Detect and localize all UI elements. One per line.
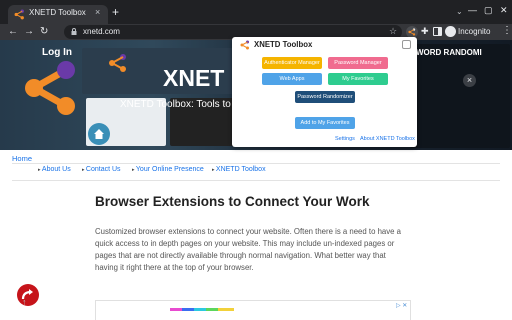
browser-menu-icon[interactable]: ⋮: [502, 25, 512, 36]
hero-title: XNET: [163, 65, 225, 91]
lock-icon: [71, 28, 77, 35]
article-heading: Browser Extensions to Connect Your Work: [95, 194, 370, 209]
incognito-label[interactable]: Incognito: [458, 27, 490, 36]
up-arrow-icon[interactable]: ↑: [22, 297, 27, 307]
hero-close-icon[interactable]: ×: [463, 74, 476, 87]
ad-strip-cyan: [194, 308, 206, 311]
my-favorites-button[interactable]: My Favorites: [328, 73, 388, 85]
home-icon[interactable]: [88, 123, 110, 145]
popup-logo-icon: [240, 40, 249, 50]
ad-strip-green: [206, 308, 218, 311]
popup-settings-link[interactable]: Settings: [335, 136, 355, 142]
hero-mini-logo-icon: [109, 54, 126, 72]
ad-strip-yellow: [218, 308, 234, 311]
article-line-3: pages that are not directly available th…: [95, 251, 386, 260]
url-text: xnetd.com: [83, 27, 120, 36]
web-apps-button[interactable]: Web Apps: [262, 73, 322, 85]
authenticator-manager-button[interactable]: Authenticator Manager: [262, 57, 322, 69]
new-tab-button[interactable]: +: [112, 6, 119, 18]
hero-screen-right: [410, 44, 510, 148]
popup-title: XNETD Toolbox: [254, 40, 313, 49]
house-shape-icon: [94, 129, 104, 139]
article-line-4: having it right there at the top of your…: [95, 263, 254, 272]
side-panel-icon[interactable]: [433, 27, 442, 36]
tab-strip: XNETD Toolbox × + ⌄ — ▢ ✕: [0, 0, 512, 24]
star-icon[interactable]: ☆: [389, 26, 397, 37]
extension-popup: XNETD Toolbox Authenticator Manager Pass…: [232, 37, 417, 147]
settings-icon[interactable]: [402, 40, 411, 49]
add-to-favorites-button[interactable]: Add to My Favorites: [295, 117, 355, 129]
nav-online-presence[interactable]: Your Online Presence: [132, 166, 204, 173]
ad-strip-pink: [170, 308, 182, 311]
puzzle-icon[interactable]: ✚: [421, 26, 429, 37]
browser-window: XNETD Toolbox × + ⌄ — ▢ ✕ ← → ↻ xnetd.co…: [0, 0, 512, 320]
hero-subtitle: XNETD Toolbox: Tools to h: [120, 99, 240, 110]
tab-title: XNETD Toolbox: [29, 8, 86, 17]
incognito-icon[interactable]: [445, 26, 456, 37]
login-link[interactable]: Log In: [42, 47, 72, 58]
password-manager-button[interactable]: Password Manager: [328, 57, 388, 69]
ad-strip-blue: [182, 308, 194, 311]
nav-divider-bottom: [12, 180, 500, 181]
password-randomizer-button[interactable]: Password Randomizer: [295, 91, 355, 103]
back-icon[interactable]: ←: [8, 26, 18, 38]
site-nav: About Us Contact Us Your Online Presence…: [0, 166, 512, 178]
xnetd-logo-icon: [25, 61, 75, 115]
xnetd-favicon-icon: [14, 9, 24, 20]
breadcrumb-home[interactable]: Home: [12, 154, 32, 163]
tab-search-icon[interactable]: ⌄: [456, 7, 463, 16]
xnetd-extension-icon: [408, 28, 416, 36]
article-line-2: quick access to in depth pages on your w…: [95, 239, 395, 248]
maximize-icon[interactable]: ▢: [484, 5, 493, 16]
minimize-icon[interactable]: —: [468, 5, 477, 15]
nav-about-us[interactable]: About Us: [38, 166, 71, 173]
scroll-to-top-button[interactable]: [17, 284, 39, 306]
reload-icon[interactable]: ↻: [40, 26, 48, 38]
tab-xnetd-toolbox[interactable]: XNETD Toolbox ×: [8, 5, 108, 24]
nav-xnetd-toolbox[interactable]: XNETD Toolbox: [212, 166, 266, 173]
popup-about-link[interactable]: About XNETD Toolbox: [360, 136, 415, 142]
ad-choices-icon[interactable]: ▷ ✕: [396, 302, 407, 309]
tab-close-icon[interactable]: ×: [95, 7, 100, 17]
hero-right-heading: WORD RANDOMI: [416, 48, 482, 57]
nav-divider-top: [12, 163, 500, 164]
ad-banner[interactable]: ▷ ✕: [95, 300, 411, 320]
window-close-icon[interactable]: ✕: [500, 5, 508, 16]
nav-contact-us[interactable]: Contact Us: [82, 166, 121, 173]
article-line-1: Customized browser extensions to connect…: [95, 227, 401, 236]
forward-icon[interactable]: →: [24, 26, 34, 38]
